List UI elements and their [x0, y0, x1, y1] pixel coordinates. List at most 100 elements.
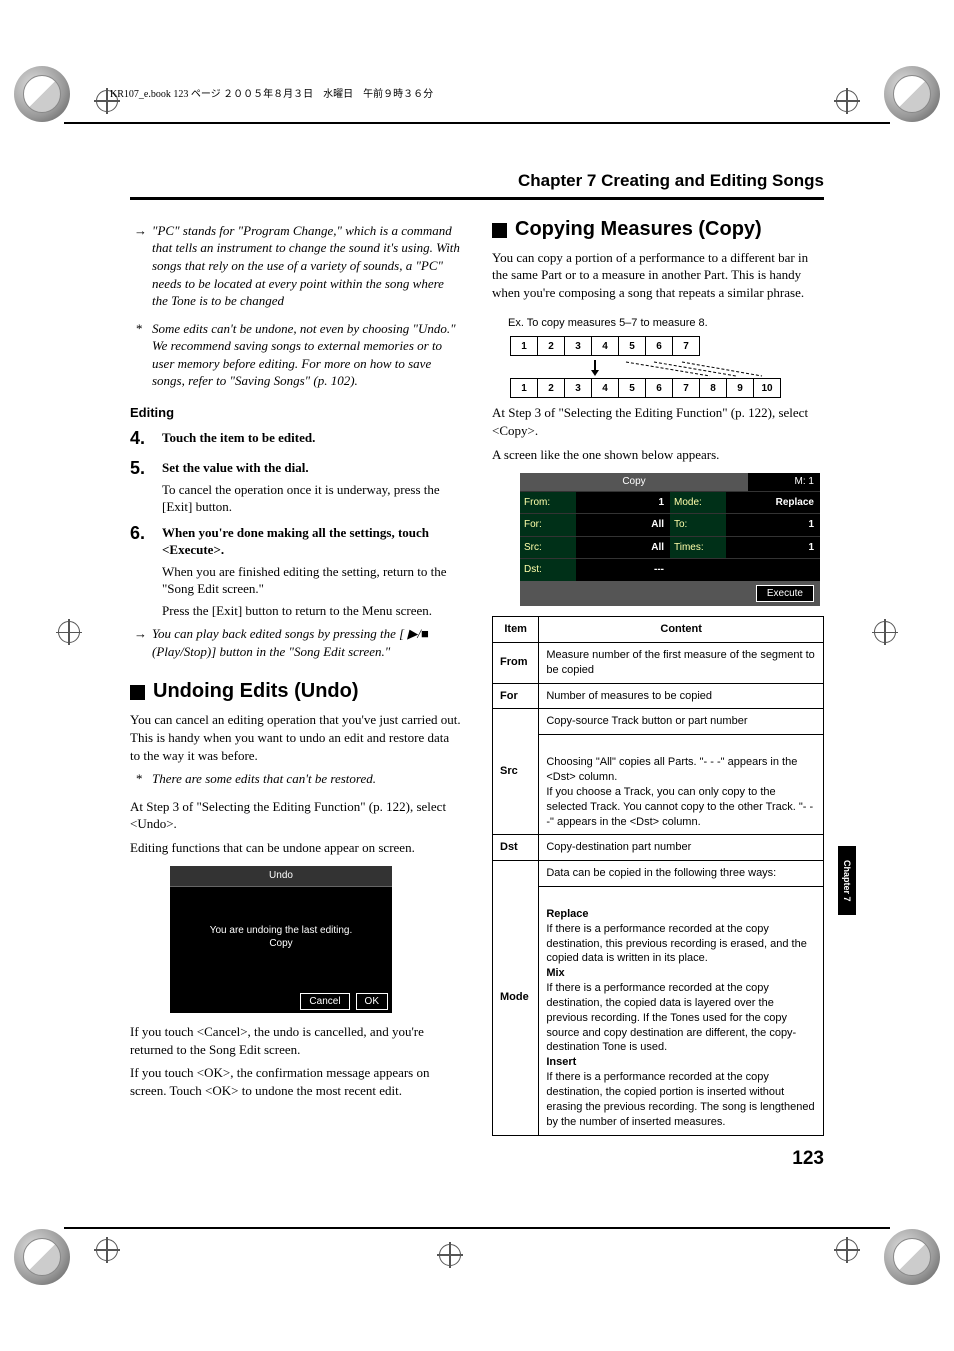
example-caption: Ex. To copy measures 5–7 to measure 8.: [508, 316, 824, 331]
page-number: 123: [130, 1146, 824, 1172]
chapter-title: Chapter 7 Creating and Editing Songs: [130, 170, 824, 193]
print-header-strip: KR107_e.book 123 ページ ２００５年８月３日 水曜日 午前９時３…: [110, 88, 844, 102]
undo-heading: Undoing Edits (Undo): [130, 678, 462, 705]
table-row: SrcCopy-source Track button or part numb…: [493, 709, 824, 835]
copy-arrows-svg: [510, 358, 800, 380]
field-value[interactable]: ---: [576, 559, 670, 581]
field-value[interactable]: Replace: [726, 492, 820, 514]
step-num: 5.: [130, 459, 152, 516]
copy-dialog-row: From:1Mode:Replace: [520, 491, 820, 514]
field-value[interactable]: All: [576, 537, 670, 559]
note-restore: There are some edits that can't be resto…: [130, 770, 462, 788]
step-body-text: When you are finished editing the settin…: [162, 563, 462, 598]
table-row: ForNumber of measures to be copied: [493, 683, 824, 709]
crop-ornament: [14, 66, 70, 122]
copy-arrow-area: [510, 358, 824, 376]
left-column: "PC" stands for "Program Change," which …: [130, 216, 462, 1136]
step-5: 5. Set the value with the dial. To cance…: [130, 459, 462, 516]
step-head: When you're done making all the settings…: [162, 524, 462, 559]
bar-cell: 7: [672, 336, 700, 356]
crop-ornament: [884, 1229, 940, 1285]
bars-figure: 1234567 12345678910: [510, 336, 824, 398]
cell-content: Copy-source Track button or part numberC…: [539, 709, 824, 835]
chapter-rule: [130, 197, 824, 200]
registration-mark: [58, 621, 80, 643]
content-area: Chapter 7 Creating and Editing Songs "PC…: [130, 170, 824, 1181]
copy-dialog-rows: From:1Mode:ReplaceFor:AllTo:1Src:AllTime…: [520, 491, 820, 581]
paragraph: If you touch <OK>, the confirmation mess…: [130, 1064, 462, 1099]
undo-dialog-buttons: Cancel OK: [300, 993, 388, 1011]
th-item: Item: [493, 617, 539, 643]
bar-cell: 5: [618, 378, 645, 398]
table-row: FromMeasure number of the first measure …: [493, 642, 824, 683]
bar-cell: 6: [645, 336, 672, 356]
field-value[interactable]: 1: [726, 514, 820, 536]
editing-heading: Editing: [130, 404, 462, 422]
field-label: Src:: [520, 537, 576, 559]
copy-params-table: Item Content FromMeasure number of the f…: [492, 616, 824, 1135]
page: KR107_e.book 123 ページ ２００５年８月３日 水曜日 午前９時３…: [0, 0, 954, 1351]
execute-button[interactable]: Execute: [756, 585, 814, 603]
cell-item: From: [493, 642, 539, 683]
field-value[interactable]: 1: [726, 537, 820, 559]
crop-ornament: [14, 1229, 70, 1285]
chapter-side-tab: Chapter 7: [838, 846, 856, 916]
cell-content: Copy-destination part number: [539, 835, 824, 861]
registration-mark: [439, 1244, 461, 1266]
cell-item: For: [493, 683, 539, 709]
field-value[interactable]: 1: [576, 492, 670, 514]
field-label: For:: [520, 514, 576, 536]
copy-heading: Copying Measures (Copy): [492, 216, 824, 243]
bar-cell: 10: [753, 378, 781, 398]
header-text: KR107_e.book 123 ページ ２００５年８月３日 水曜日 午前９時３…: [110, 88, 433, 102]
bar-cell: 5: [618, 336, 645, 356]
paragraph: At Step 3 of "Selecting the Editing Func…: [492, 404, 824, 439]
paragraph: A screen like the one shown below appear…: [492, 446, 824, 464]
note-pc: "PC" stands for "Program Change," which …: [130, 222, 462, 310]
undo-dialog-message: You are undoing the last editing. Copy: [170, 924, 392, 950]
step-head: Touch the item to be edited.: [162, 429, 462, 447]
bar-cell: 4: [591, 378, 618, 398]
cell-content: Measure number of the first measure of t…: [539, 642, 824, 683]
step-body-text: Press the [Exit] button to return to the…: [162, 602, 462, 620]
field-value[interactable]: All: [576, 514, 670, 536]
table-row: ModeData can be copied in the following …: [493, 861, 824, 1135]
undo-dialog-title: Undo: [170, 866, 392, 887]
bar-cell: 6: [645, 378, 672, 398]
bar-cell: 7: [672, 378, 699, 398]
step-head: Set the value with the dial.: [162, 459, 462, 477]
field-label: Dst:: [520, 559, 576, 581]
crop-band: [64, 122, 890, 124]
bars-row-bottom: 12345678910: [510, 378, 824, 398]
cell-item: Mode: [493, 861, 539, 1135]
bar-cell: 1: [510, 378, 537, 398]
crop-ornament: [884, 66, 940, 122]
step-6: 6. When you're done making all the setti…: [130, 524, 462, 620]
registration-mark: [874, 621, 896, 643]
right-column: Copying Measures (Copy) You can copy a p…: [492, 216, 824, 1136]
copy-dialog-figure: Copy M: 1 From:1Mode:ReplaceFor:AllTo:1S…: [520, 473, 820, 606]
note-play: You can play back edited songs by pressi…: [130, 625, 462, 660]
bar-cell: 3: [564, 378, 591, 398]
columns: "PC" stands for "Program Change," which …: [130, 216, 824, 1136]
undo-dialog-figure: Undo You are undoing the last editing. C…: [170, 866, 392, 1013]
paragraph: At Step 3 of "Selecting the Editing Func…: [130, 798, 462, 833]
bar-cell: 8: [699, 378, 726, 398]
copy-dialog-title: Copy: [520, 473, 748, 491]
bar-cell: 4: [591, 336, 618, 356]
registration-mark: [96, 1239, 118, 1261]
paragraph: Editing functions that can be undone app…: [130, 839, 462, 857]
copy-dialog-row: Src:AllTimes:1: [520, 536, 820, 559]
bar-cell: 2: [537, 336, 564, 356]
registration-mark: [836, 1239, 858, 1261]
cancel-button[interactable]: Cancel: [300, 993, 349, 1011]
cell-item: Src: [493, 709, 539, 835]
cell-content: Number of measures to be copied: [539, 683, 824, 709]
copy-dialog-measure: M: 1: [748, 473, 820, 491]
paragraph: If you touch <Cancel>, the undo is cance…: [130, 1023, 462, 1058]
step-num: 4.: [130, 429, 152, 451]
ok-button[interactable]: OK: [356, 993, 388, 1011]
note-undo-save: Some edits can't be undone, not even by …: [130, 320, 462, 390]
field-label: From:: [520, 492, 576, 514]
bars-row-top: 1234567: [510, 336, 824, 356]
